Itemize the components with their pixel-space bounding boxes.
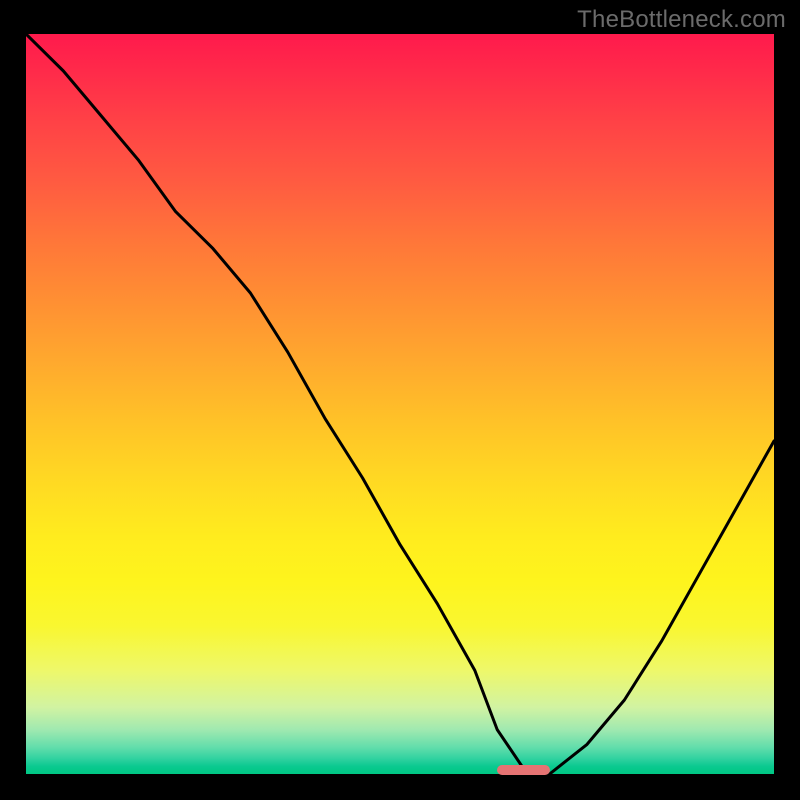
chart-frame: TheBottleneck.com [0, 0, 800, 800]
plot-area [26, 34, 774, 774]
optimal-range-marker [497, 765, 549, 775]
watermark-text: TheBottleneck.com [577, 6, 786, 34]
gradient-background [26, 34, 774, 774]
